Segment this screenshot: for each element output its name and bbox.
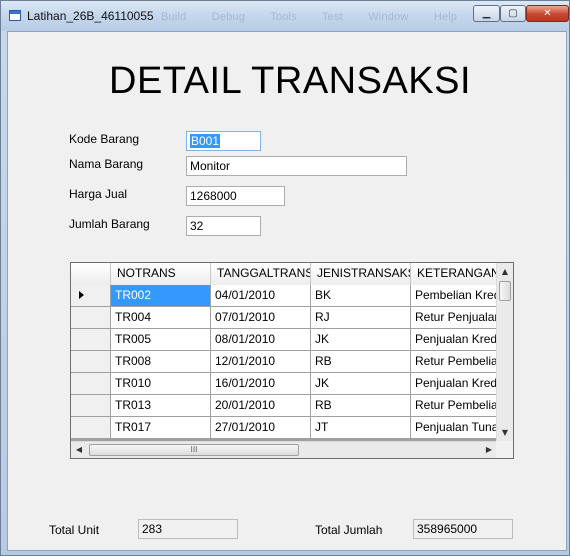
table-cell[interactable]: TR002 — [111, 285, 211, 306]
table-row[interactable]: TR004 07/01/2010 RJ Retur Penjualan — [71, 307, 497, 329]
vertical-scroll-thumb[interactable] — [499, 281, 511, 301]
scrollbar-corner — [496, 441, 513, 458]
ghost-menu-item: Tools — [270, 11, 297, 23]
transaction-grid[interactable]: NOTRANS TANGGALTRANSAKSI JENISTRANSAKSI … — [70, 262, 514, 459]
row-header[interactable] — [71, 329, 111, 350]
table-cell[interactable]: Penjualan Tunai — [411, 417, 497, 438]
kode-barang-input[interactable]: B001 — [186, 131, 261, 151]
row-header[interactable] — [71, 395, 111, 416]
grid-header: NOTRANS TANGGALTRANSAKSI JENISTRANSAKSI … — [71, 263, 497, 285]
minimize-icon: ▁ — [482, 8, 491, 19]
table-cell[interactable]: Retur Pembelian — [411, 351, 497, 372]
table-cell[interactable]: JK — [311, 373, 411, 394]
close-button[interactable]: ✕ — [526, 5, 569, 22]
ghost-menu-item: Debug — [211, 11, 246, 23]
row-header[interactable] — [71, 285, 111, 306]
harga-jual-input[interactable]: 1268000 — [186, 186, 285, 206]
table-cell[interactable]: TR008 — [111, 351, 211, 372]
scroll-up-icon[interactable]: ▲ — [497, 263, 513, 280]
horizontal-scrollbar[interactable]: ◀ III ▶ — [71, 441, 497, 458]
ghost-menu-item: Window — [368, 11, 409, 23]
table-cell[interactable]: 20/01/2010 — [211, 395, 311, 416]
app-icon[interactable] — [9, 10, 21, 21]
background-menu-ghost: Build Debug Tools Test Window Help — [161, 11, 479, 23]
table-cell[interactable]: JK — [311, 329, 411, 350]
app-window: Latihan_26B_46110055 Build Debug Tools T… — [0, 0, 570, 556]
ghost-menu-item: Test — [321, 11, 343, 23]
row-header[interactable] — [71, 373, 111, 394]
kode-barang-label: Kode Barang — [69, 132, 140, 146]
scroll-left-icon[interactable]: ◀ — [71, 442, 87, 458]
row-header[interactable] — [71, 351, 111, 372]
jumlah-barang-input[interactable]: 32 — [186, 216, 261, 236]
table-cell[interactable]: JT — [311, 417, 411, 438]
row-header[interactable] — [71, 417, 111, 438]
table-cell[interactable]: TR017 — [111, 417, 211, 438]
table-cell[interactable]: Penjualan Kredit — [411, 373, 497, 394]
horizontal-scroll-thumb[interactable]: III — [89, 444, 299, 456]
table-cell[interactable]: 12/01/2010 — [211, 351, 311, 372]
table-cell[interactable]: 08/01/2010 — [211, 329, 311, 350]
table-row[interactable]: TR008 12/01/2010 RB Retur Pembelian — [71, 351, 497, 373]
column-header-tanggaltransaksi[interactable]: TANGGALTRANSAKSI — [211, 263, 311, 285]
table-cell[interactable]: 27/01/2010 — [211, 417, 311, 438]
form-client-area: DETAIL TRANSAKSI Kode Barang B001 Nama B… — [7, 31, 567, 551]
table-cell[interactable]: RB — [311, 395, 411, 416]
table-cell[interactable]: TR005 — [111, 329, 211, 350]
scroll-down-icon[interactable]: ▼ — [497, 424, 513, 441]
table-cell[interactable]: Retur Pembelian — [411, 395, 497, 416]
table-cell[interactable]: Pembelian Kredit — [411, 285, 497, 306]
maximize-button[interactable]: ▢ — [500, 5, 526, 22]
grid-body: TR00204/01/2010BKPembelian KreditTR00407… — [71, 285, 497, 438]
vertical-scrollbar[interactable]: ▲ ▼ — [496, 263, 513, 441]
total-unit-field[interactable]: 283 — [138, 519, 238, 539]
table-cell[interactable]: TR004 — [111, 307, 211, 328]
ghost-menu-item: Help — [433, 11, 458, 23]
kode-barang-value: B001 — [190, 134, 221, 148]
nama-barang-label: Nama Barang — [69, 157, 144, 171]
current-row-arrow-icon — [79, 291, 84, 299]
table-cell[interactable]: Penjualan Kredit — [411, 329, 497, 350]
table-cell[interactable]: Retur Penjualan — [411, 307, 497, 328]
page-title: DETAIL TRANSAKSI — [109, 60, 472, 102]
table-row[interactable]: TR010 16/01/2010 JK Penjualan Kredit — [71, 373, 497, 395]
column-header-keterangan[interactable]: KETERANGAN — [411, 263, 497, 285]
row-header[interactable] — [71, 307, 111, 328]
total-jumlah-label: Total Jumlah — [315, 523, 383, 537]
harga-jual-label: Harga Jual — [69, 187, 128, 201]
table-row[interactable]: TR017 27/01/2010 JT Penjualan Tunai — [71, 417, 497, 438]
total-unit-label: Total Unit — [49, 523, 100, 537]
column-header-jenistransaksi[interactable]: JENISTRANSAKSI — [311, 263, 411, 285]
ghost-menu-item: Build — [161, 11, 187, 23]
jumlah-barang-label: Jumlah Barang — [69, 217, 150, 231]
table-cell[interactable]: 04/01/2010 — [211, 285, 311, 306]
total-jumlah-field[interactable]: 358965000 — [413, 519, 513, 539]
table-row[interactable]: TR005 08/01/2010 JK Penjualan Kredit — [71, 329, 497, 351]
row-header-corner — [71, 263, 111, 285]
minimize-button[interactable]: ▁ — [473, 5, 500, 22]
table-cell[interactable]: TR010 — [111, 373, 211, 394]
scroll-right-icon[interactable]: ▶ — [481, 442, 497, 458]
table-cell[interactable]: RB — [311, 351, 411, 372]
table-cell[interactable]: 16/01/2010 — [211, 373, 311, 394]
window-title: Latihan_26B_46110055 — [27, 9, 154, 23]
table-cell[interactable]: TR013 — [111, 395, 211, 416]
table-row[interactable]: TR013 20/01/2010 RB Retur Pembelian — [71, 395, 497, 417]
table-cell[interactable]: RJ — [311, 307, 411, 328]
title-bar[interactable]: Latihan_26B_46110055 Build Debug Tools T… — [1, 1, 569, 31]
nama-barang-input[interactable]: Monitor — [186, 156, 407, 176]
table-cell[interactable]: BK — [311, 285, 411, 306]
table-cell[interactable]: 07/01/2010 — [211, 307, 311, 328]
close-icon: ✕ — [543, 8, 552, 19]
column-header-notrans[interactable]: NOTRANS — [111, 263, 211, 285]
maximize-icon: ▢ — [508, 8, 518, 19]
table-row[interactable]: TR00204/01/2010BKPembelian Kredit — [71, 285, 497, 307]
